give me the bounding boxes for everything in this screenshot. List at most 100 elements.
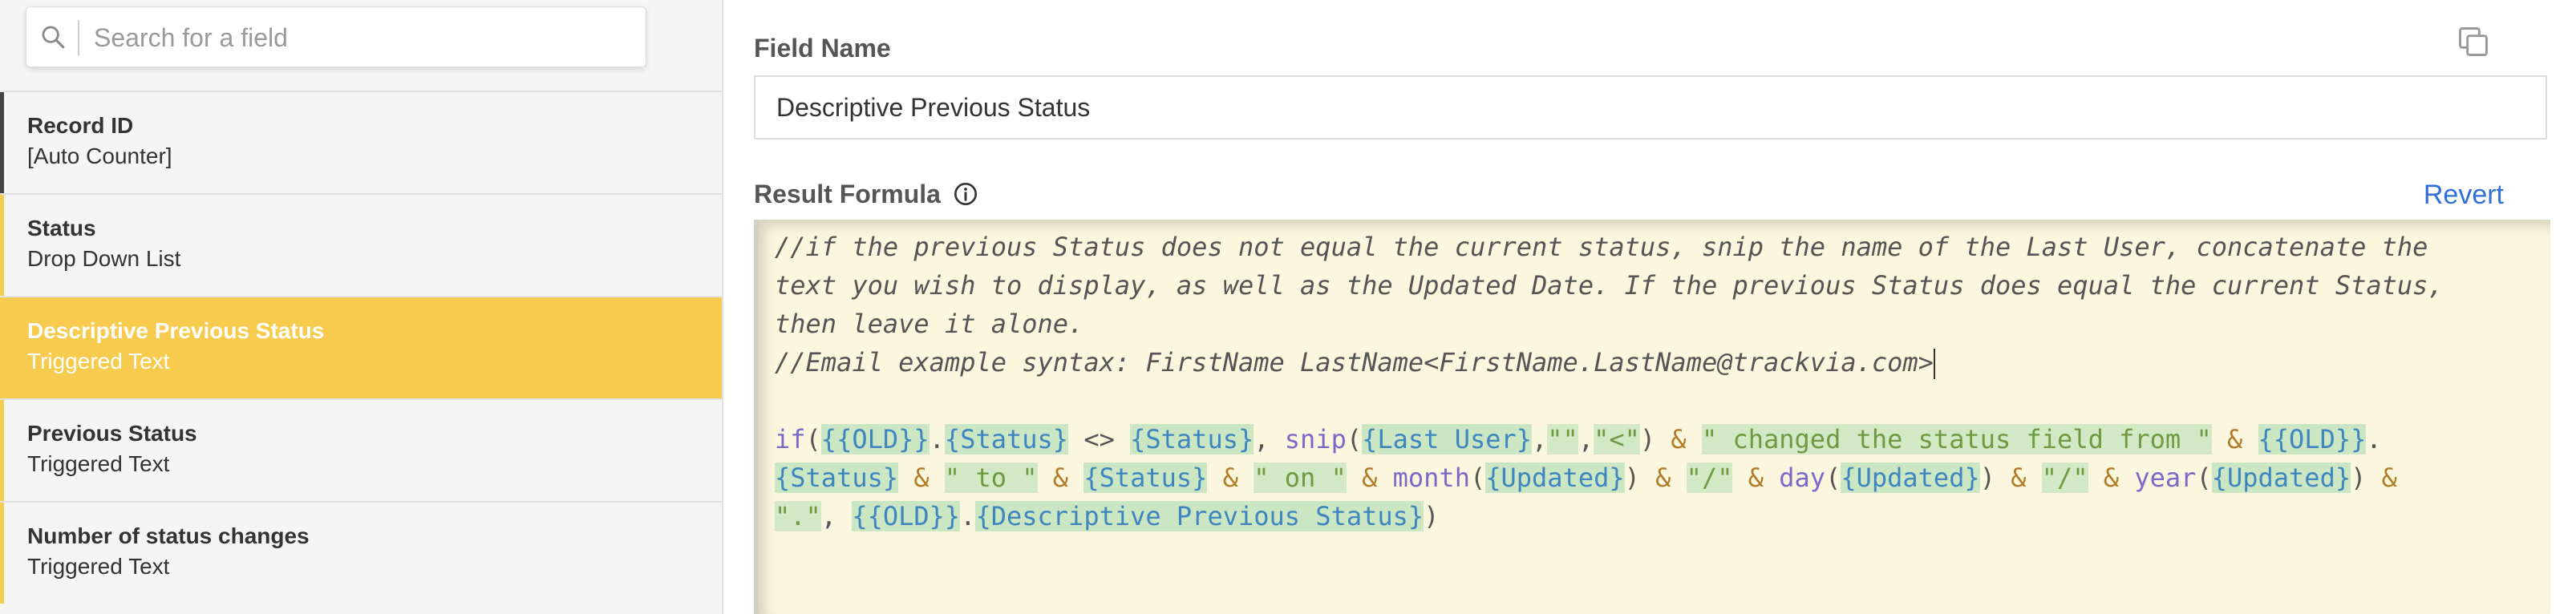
search-divider [78,20,79,55]
field-sidebar: Record ID [Auto Counter] Status Drop Down L… [0,0,723,614]
formula-token-op: & [1748,463,1764,493]
formula-token-str: "" [1547,424,1578,454]
formula-token-ref: {{OLD}} [2258,424,2367,454]
formula-token-punct [1764,463,1779,493]
formula-token-punct: ( [805,424,821,454]
formula-token-fn: if [775,424,806,454]
formula-token-comment: text you wish to display, as well as the… [775,270,2444,301]
formula-token-punct: ) [1624,463,1656,493]
revert-link[interactable]: Revert [2424,180,2504,211]
formula-token-fn: day [1779,463,1826,493]
formula-token-ref: {{OLD}} [852,501,961,531]
formula-token-punct: ( [1346,424,1363,454]
field-name: Record ID [27,113,134,138]
formula-token-op: & [1362,463,1378,493]
formula-token-str: " on " [1254,463,1347,493]
formula-token-punct [898,463,913,493]
formula-token-punct [2242,424,2258,454]
formula-token-ref: {Status} [1083,463,1208,493]
field-editor-panel: Field Name Result Formula Revert //if th… [754,0,2550,614]
field-list: Record ID [Auto Counter] Status Drop Down L… [0,91,722,604]
field-name: Descriptive Previous Status [27,318,325,343]
field-type: Triggered Text [27,349,170,374]
formula-line: ".", {{OLD}}.{Descriptive Previous Statu… [775,497,2533,535]
field-search-box[interactable] [26,6,646,67]
formula-token-str: "/" [1686,463,1733,493]
formula-token-str: "." [775,501,821,531]
field-type-accent [0,195,4,296]
copy-icon[interactable] [2456,24,2491,59]
field-name: Previous Status [27,421,197,446]
field-type-accent [0,297,4,398]
formula-token-ref: {Status} [1130,424,1254,454]
formula-token-punct: ) [1639,424,1671,454]
formula-line: //Email example syntax: FirstName LastNa… [775,343,2533,382]
formula-token-punct: , [1532,424,1548,454]
formula-token-punct: ( [2196,463,2212,493]
formula-token-str: " changed the status field from " [1701,424,2212,454]
search-icon [42,26,65,49]
formula-token-punct: , [1578,424,1594,454]
formula-token-punct [2027,463,2042,493]
formula-token-punct: ) [1424,501,1440,531]
formula-token-comment: then leave it alone. [775,309,1084,339]
info-icon[interactable] [953,181,978,207]
formula-line: {Status} & " to " & {Status} & " on " & … [775,458,2533,497]
formula-token-op: & [2103,463,2120,493]
formula-line: if({{OLD}}.{Status} <> {Status}, snip({L… [775,420,2533,458]
field-name: Status [27,216,96,240]
formula-token-punct: <> [1068,424,1131,454]
field-list-item[interactable]: Number of status changes Triggered Text [0,501,722,604]
formula-token-punct [930,463,945,493]
formula-token-ref: {{OLD}} [820,424,930,454]
formula-token-punct [1347,463,1362,493]
field-list-item[interactable]: Record ID [Auto Counter] [0,91,722,193]
formula-token-punct [2212,424,2227,454]
formula-token-punct: . [2366,424,2382,454]
formula-token-op: & [1655,463,1671,493]
formula-token-str: " to " [944,463,1038,493]
field-type-accent [0,503,4,604]
formula-token-punct [1068,463,1083,493]
formula-line: then leave it alone. [775,305,2533,343]
formula-token-ref: {Updated} [1485,463,1625,493]
search-input[interactable] [92,14,625,62]
formula-token-punct [1038,463,1053,493]
formula-token-ref: {Last User} [1362,424,1533,454]
field-list-item[interactable]: Descriptive Previous Status Triggered Tex… [0,296,722,398]
formula-token-punct: ( [1469,463,1486,493]
field-list-item[interactable]: Previous Status Triggered Text [0,398,722,501]
formula-token-op: & [1052,463,1069,493]
field-list-item[interactable]: Status Drop Down List [0,193,722,296]
formula-editor[interactable]: //if the previous Status does not equal … [754,220,2550,614]
formula-token-punct [1377,463,1392,493]
formula-token-op: & [2381,463,2397,493]
field-type: Triggered Text [27,554,170,579]
formula-token-fn: year [2134,463,2197,493]
formula-token-punct: , [1254,424,1285,454]
formula-token-punct [1671,463,1686,493]
field-type: [Auto Counter] [27,143,172,168]
formula-token-op: & [2226,424,2243,454]
field-type: Triggered Text [27,451,170,476]
formula-line: //if the previous Status does not equal … [775,228,2533,266]
text-caret [1933,349,1935,379]
formula-token-str: "/" [2041,463,2088,493]
formula-token-punct: ( [1825,463,1841,493]
formula-token-punct: , [820,501,853,531]
result-formula-label: Result Formula [754,180,941,208]
formula-token-op: & [1671,424,1687,454]
formula-token-punct [2119,463,2134,493]
formula-line [775,382,2533,420]
formula-token-punct [1238,463,1254,493]
formula-token-ref: {Status} [944,424,1069,454]
formula-token-punct [1732,463,1748,493]
formula-token-punct: ) [1979,463,2011,493]
formula-token-op: & [1222,463,1238,493]
formula-token-punct [1207,463,1222,493]
field-type-accent [0,400,4,501]
field-type: Drop Down List [27,246,181,271]
formula-token-punct: ) [2351,463,2382,493]
formula-token-ref: {Updated} [2211,463,2351,493]
field-name-input[interactable] [754,75,2547,139]
